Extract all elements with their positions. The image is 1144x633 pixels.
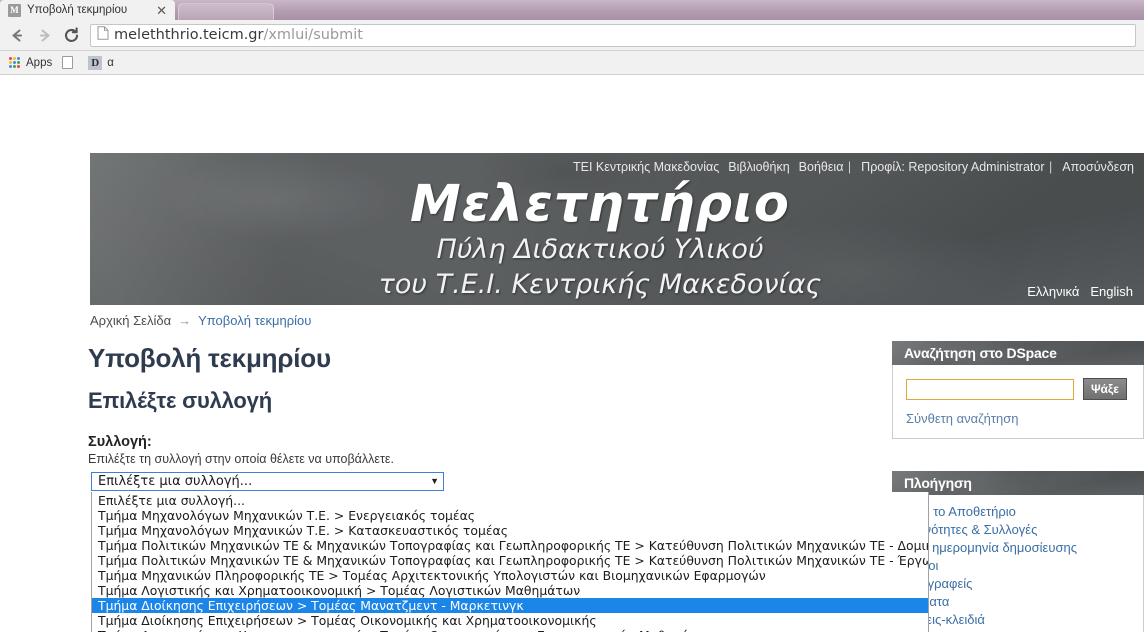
dropdown-option[interactable]: Τμήμα Διοίκησης Επιχειρήσεων > Τομέας Οι… (92, 613, 928, 628)
banner-subtitle-2: του Τ.Ε.Ι. Κεντρικής Μακεδονίας (378, 269, 822, 301)
breadcrumb: Αρχική Σελίδα → Υποβολή τεκμηρίου (90, 313, 311, 328)
site-banner: ΤΕΙ Κεντρικής Μακεδονίας Βιβλιοθήκη Βοήθει… (90, 153, 1144, 305)
lang-link-greek[interactable]: Ελληνικά (1027, 284, 1079, 299)
bookmarks-bar: Apps D α (0, 51, 1144, 75)
dropdown-option[interactable]: Τμήμα Μηχανολόγων Μηχανικών Τ.Ε. > Κατασ… (92, 523, 928, 538)
list-item[interactable]: Λέξεις-κλειδιά (893, 610, 1143, 628)
tab-close-icon[interactable]: ✕ (154, 4, 169, 17)
browse-panel-title: Πλοήγηση (892, 471, 1144, 495)
browse-list: Όλο το Αποθετήριο Κοινότητες & Συλλογές … (893, 495, 1143, 633)
nav-link-logout[interactable]: Αποσύνδεση (1062, 160, 1134, 174)
search-row: Ψάξε (893, 365, 1143, 400)
search-button[interactable]: Ψάξε (1083, 378, 1127, 400)
list-item[interactable]: Τμήματα (893, 628, 1143, 633)
page-icon (97, 25, 109, 45)
url-path: /xmlui/submit (263, 27, 363, 43)
dropdown-option[interactable]: Τμήμα Πολιτικών Μηχανικών ΤΕ & Μηχανικών… (92, 553, 928, 568)
reload-icon[interactable] (58, 22, 85, 49)
page-icon (62, 56, 74, 69)
tab-strip: M Υποβολή τεκμηρίου ✕ (0, 0, 1144, 20)
address-bar-url: meleththrio.teicm.gr/xmlui/submit (114, 27, 363, 43)
search-panel-title: Αναζήτηση στο DSpace (892, 341, 1144, 365)
list-item[interactable]: Συγγραφείς (893, 574, 1143, 592)
collection-field-label: Συλλογή: (88, 434, 152, 450)
banner-title-main: Μελετητήριο (410, 175, 790, 234)
nav-link-profile[interactable]: Προφίλ: Repository Administrator (861, 160, 1044, 174)
url-host: meleththrio.teicm.gr (114, 27, 264, 43)
list-item[interactable]: Τίτλοι (893, 556, 1143, 574)
collection-dropdown-list[interactable]: Επιλέξτε μια συλλογή... Τμήμα Μηχανολόγω… (91, 492, 929, 632)
list-item[interactable]: Θέματα (893, 592, 1143, 610)
lang-link-english[interactable]: English (1090, 284, 1133, 299)
dropdown-option[interactable]: Τμήμα Λογιστικής και Χρηματοοικονομική >… (92, 628, 928, 632)
dropdown-option[interactable]: Τμήμα Μηχανικών Πληροφορικής ΤΕ > Τομέας… (92, 568, 928, 583)
forward-arrow-icon[interactable] (31, 22, 58, 49)
bookmark-alpha-label: α (107, 56, 114, 69)
back-arrow-icon[interactable] (4, 22, 31, 49)
banner-title: Μελετητήριο Πύλη Διδακτικού Υλικού του Τ… (90, 179, 1144, 300)
dropdown-option[interactable]: Τμήμα Λογιστικής και Χρηματοοικονομική >… (92, 583, 928, 598)
top-navigation: ΤΕΙ Κεντρικής Μακεδονίας Βιβλιοθήκη Βοήθει… (573, 160, 1134, 174)
banner-subtitle-1: Πύλη Διδακτικού Υλικού (436, 234, 764, 265)
nav-link-tei[interactable]: ΤΕΙ Κεντρικής Μακεδονίας (573, 160, 719, 174)
d-favicon-icon: D (88, 55, 103, 70)
list-item[interactable]: Ανά ημερομηνία δημοσίευσης (893, 538, 1143, 556)
page-title: Υποβολή τεκμηρίου (88, 343, 331, 373)
new-tab-button[interactable] (178, 3, 274, 20)
collection-select-value: Επιλέξτε μια συλλογή... (98, 474, 253, 489)
breadcrumb-arrow-icon: → (178, 313, 192, 328)
nav-link-library[interactable]: Βιβλιοθήκη (728, 160, 789, 174)
chevron-down-icon: ▼ (430, 476, 439, 486)
browser-chrome: M Υποβολή τεκμηρίου ✕ meleththrio.teicm.… (0, 0, 1144, 75)
dropdown-option[interactable]: Επιλέξτε μια συλλογή... (92, 493, 928, 508)
language-switcher: Ελληνικά English (1016, 284, 1133, 299)
dropdown-option-selected[interactable]: Τμήμα Διοίκησης Επιχειρήσεων > Τομέας Μα… (92, 598, 928, 613)
collection-field-help: Επιλέξτε τη συλλογή στην οποία θέλετε να… (88, 452, 394, 466)
apps-grid-icon (9, 56, 21, 69)
tab-favicon: M (8, 3, 21, 17)
breadcrumb-home[interactable]: Αρχική Σελίδα (90, 313, 171, 328)
search-panel-body: Ψάξε Σύνθετη αναζήτηση (892, 365, 1144, 439)
browser-toolbar: meleththrio.teicm.gr/xmlui/submit (0, 20, 1144, 51)
browse-panel-body: Όλο το Αποθετήριο Κοινότητες & Συλλογές … (892, 495, 1144, 632)
page-content: ΤΕΙ Κεντρικής Μακεδονίας Βιβλιοθήκη Βοήθει… (0, 75, 1144, 632)
bookmark-apps[interactable]: Apps (6, 56, 59, 70)
section-title: Επιλέξτε συλλογή (88, 388, 272, 413)
dropdown-option[interactable]: Τμήμα Μηχανολόγων Μηχανικών Τ.Ε. > Ενεργ… (92, 508, 928, 523)
breadcrumb-current[interactable]: Υποβολή τεκμηρίου (198, 313, 311, 328)
dropdown-option[interactable]: Τμήμα Πολιτικών Μηχανικών ΤΕ & Μηχανικών… (92, 538, 928, 553)
tab-title: Υποβολή τεκμηρίου (27, 4, 128, 16)
nav-link-help[interactable]: Βοήθεια (799, 160, 844, 174)
list-item[interactable]: Κοινότητες & Συλλογές (893, 520, 1143, 538)
list-item[interactable]: Όλο το Αποθετήριο (893, 502, 1143, 520)
bookmark-apps-label: Apps (26, 56, 53, 69)
bookmark-alpha[interactable]: D α (85, 55, 121, 71)
address-bar[interactable]: meleththrio.teicm.gr/xmlui/submit (90, 23, 1136, 47)
browser-tab-active[interactable]: M Υποβολή τεκμηρίου ✕ (0, 0, 175, 20)
advanced-search-link[interactable]: Σύνθετη αναζήτηση (893, 400, 1143, 438)
bookmark-page[interactable] (59, 55, 85, 70)
collection-select[interactable]: Επιλέξτε μια συλλογή... ▼ (91, 472, 444, 491)
browse-panel: Πλοήγηση Όλο το Αποθετήριο Κοινότητες & … (892, 471, 1144, 632)
search-panel: Αναζήτηση στο DSpace Ψάξε Σύνθετη αναζήτ… (892, 341, 1144, 439)
search-input[interactable] (906, 378, 1074, 400)
